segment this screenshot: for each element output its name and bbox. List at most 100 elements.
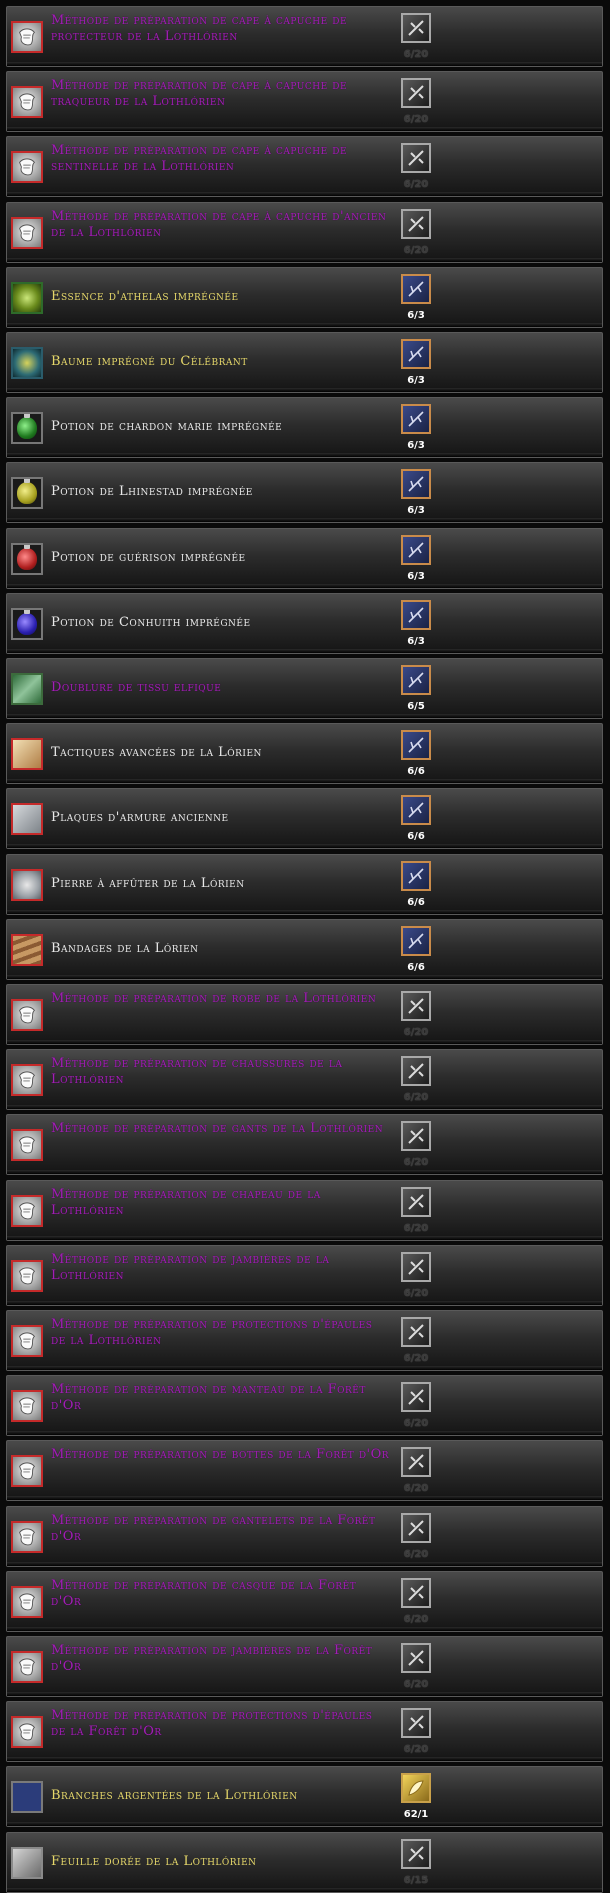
- recipe-row[interactable]: Branches argentées de la Lothlórien 62/1: [6, 1766, 603, 1828]
- recipe-name: Méthode de préparation de cape à capuche…: [51, 13, 348, 44]
- scroll-icon: [11, 216, 43, 249]
- green-potion-icon: [11, 412, 43, 445]
- recipe-row[interactable]: Méthode de préparation de chapeau de la …: [6, 1179, 603, 1241]
- recipe-row[interactable]: Essence d'athelas imprégnée 6/3: [6, 266, 603, 328]
- scroll-icon: [11, 1520, 43, 1553]
- tool-icon: [401, 1643, 431, 1673]
- recipe-count: 6/20: [403, 49, 429, 60]
- tool-icon: [401, 1186, 431, 1217]
- tool-icon: [401, 1512, 431, 1543]
- blue-potion-icon: [11, 607, 43, 640]
- recipe-count: 6/20: [403, 1157, 429, 1169]
- book-icon: [11, 738, 43, 771]
- recipe-row[interactable]: Bandages de la Lórien 6/6: [6, 918, 603, 980]
- recipe-row[interactable]: Méthode de préparation de jambières de l…: [6, 1636, 603, 1697]
- recipe-row[interactable]: Méthode de préparation de cape à capuche…: [6, 71, 603, 133]
- recipe-row[interactable]: Méthode de préparation de chaussures de …: [6, 1049, 603, 1111]
- recipe-count: 6/20: [403, 1027, 429, 1038]
- recipe-row[interactable]: Méthode de préparation de cape à capuche…: [6, 201, 603, 263]
- branch-icon: [401, 665, 431, 695]
- scroll-icon: [11, 86, 43, 119]
- recipe-row[interactable]: Méthode de préparation de robe de la Lot…: [6, 984, 603, 1045]
- recipe-row[interactable]: Potion de guérison imprégnée 6/3: [6, 527, 603, 589]
- recipe-count: 6/5: [407, 701, 425, 712]
- recipe-row[interactable]: Méthode de préparation de protections d'…: [6, 1310, 603, 1371]
- recipe-row[interactable]: Plaques d'armure ancienne 6/6: [6, 788, 603, 850]
- recipe-row[interactable]: Méthode de préparation de gantelets de l…: [6, 1505, 603, 1567]
- branch-icon: [401, 925, 431, 956]
- recipe-name: Feuille dorée de la Lothlórien: [51, 1853, 257, 1869]
- recipe-name: Méthode de préparation de cape à capuche…: [51, 143, 348, 175]
- recipe-count: 6/20: [403, 114, 429, 126]
- recipe-row[interactable]: Potion de Conhuith imprégnée 6/3: [6, 592, 603, 654]
- recipe-count: 6/20: [403, 1222, 429, 1234]
- cloth-icon: [11, 673, 43, 705]
- recipe-name: Potion de guérison imprégnée: [51, 549, 246, 565]
- recipe-count: 62/1: [403, 1809, 429, 1821]
- recipe-count: 6/15: [403, 1874, 429, 1886]
- recipe-row[interactable]: Méthode de préparation de jambières de l…: [6, 1244, 603, 1306]
- recipe-name: Doublure de tissu elfique: [51, 680, 222, 695]
- athelas-icon: [11, 281, 43, 314]
- recipe-name: Bandages de la Lórien: [51, 940, 199, 956]
- recipe-name: Méthode de préparation de bottes de la F…: [51, 1447, 390, 1463]
- branch-icon: [401, 730, 431, 761]
- silver-branch-icon: [11, 1781, 43, 1814]
- whetstone-icon: [11, 868, 43, 901]
- recipe-name: Méthode de préparation de cape à capuche…: [51, 208, 387, 240]
- recipe-name: Essence d'athelas imprégnée: [51, 288, 239, 304]
- branch-icon: [401, 534, 431, 565]
- recipe-count: 6/6: [407, 831, 425, 843]
- recipe-count: 6/20: [403, 1353, 429, 1364]
- recipe-row[interactable]: Méthode de préparation de bottes de la F…: [6, 1440, 603, 1502]
- recipe-row[interactable]: Méthode de préparation de cape à capuche…: [6, 136, 603, 198]
- recipe-row[interactable]: Potion de Lhinestad imprégnée 6/3: [6, 462, 603, 524]
- recipe-name: Méthode de préparation de chapeau de la …: [51, 1186, 321, 1218]
- recipe-row[interactable]: Tactiques avancées de la Lórien 6/6: [6, 723, 603, 785]
- tool-icon: [401, 1577, 431, 1608]
- recipe-count: 6/20: [403, 244, 429, 256]
- recipe-row[interactable]: Pierre à affûter de la Lórien 6/6: [6, 853, 603, 915]
- branch-icon: [401, 469, 431, 500]
- scroll-icon: [11, 1194, 43, 1227]
- recipe-name: Méthode de préparation de robe de la Lot…: [51, 991, 377, 1006]
- scroll-icon: [11, 1064, 43, 1097]
- recipe-row[interactable]: Méthode de préparation de casque de la F…: [6, 1570, 603, 1632]
- tool-icon: [401, 143, 431, 174]
- branch-icon: [401, 599, 431, 630]
- recipe-name: Potion de chardon marie imprégnée: [51, 419, 283, 435]
- recipe-name: Méthode de préparation de protections d'…: [51, 1317, 373, 1348]
- leaf-icon: [11, 1846, 43, 1879]
- tool-icon: [401, 208, 431, 239]
- recipe-count: 6/20: [403, 1418, 429, 1430]
- recipe-row[interactable]: Potion de chardon marie imprégnée 6/3: [6, 397, 603, 459]
- recipe-row[interactable]: Doublure de tissu elfique 6/5: [6, 658, 603, 719]
- recipe-name: Méthode de préparation de manteau de la …: [51, 1382, 366, 1414]
- branch-icon: [401, 273, 431, 304]
- recipe-row[interactable]: Baume imprégné du Célébrant 6/3: [6, 332, 603, 393]
- tool-icon: [401, 1838, 431, 1869]
- scroll-icon: [11, 151, 43, 184]
- recipe-row[interactable]: Méthode de préparation de cape à capuche…: [6, 6, 603, 67]
- recipe-count: 6/3: [407, 570, 425, 582]
- recipe-row[interactable]: Feuille dorée de la Lothlórien 6/15: [6, 1831, 603, 1893]
- recipe-name: Pierre à affûter de la Lórien: [51, 875, 245, 891]
- tool-icon: [401, 1708, 431, 1739]
- recipe-name: Méthode de préparation de jambières de l…: [51, 1643, 373, 1674]
- recipe-row[interactable]: Méthode de préparation de protections d'…: [6, 1701, 603, 1763]
- recipe-row[interactable]: Méthode de préparation de gants de la Lo…: [6, 1114, 603, 1176]
- recipe-name: Branches argentées de la Lothlórien: [51, 1788, 298, 1804]
- tool-icon: [401, 1056, 431, 1087]
- scroll-icon: [11, 1325, 43, 1357]
- yellow-potion-icon: [11, 477, 43, 510]
- scroll-icon: [11, 999, 43, 1031]
- scroll-icon: [11, 1651, 43, 1683]
- tool-icon: [401, 1317, 431, 1347]
- recipe-count: 6/20: [403, 1092, 429, 1104]
- tool-icon: [401, 13, 431, 43]
- recipe-count: 6/20: [403, 1548, 429, 1560]
- gold-leaf-icon: [401, 1773, 431, 1804]
- tool-icon: [401, 991, 431, 1021]
- recipe-count: 6/6: [407, 961, 425, 973]
- recipe-row[interactable]: Méthode de préparation de manteau de la …: [6, 1375, 603, 1437]
